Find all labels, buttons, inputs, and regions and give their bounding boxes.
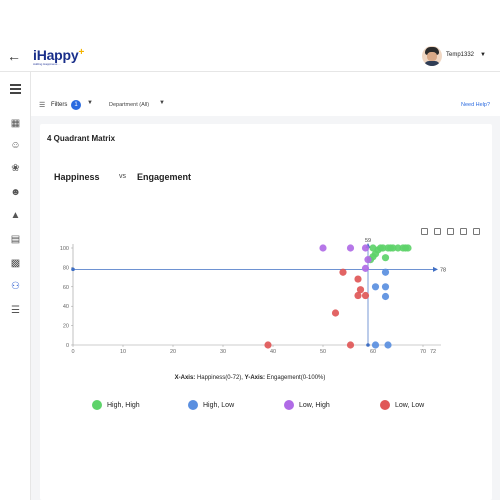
app-tagline: Adding Happiness ... [33, 62, 61, 66]
people-icon[interactable]: ⚇ [9, 280, 22, 293]
filters-caret-icon[interactable]: ▼ [87, 100, 93, 106]
point-low-low [264, 341, 272, 349]
x-tick-label: 40 [270, 349, 276, 355]
scatter-chart: 0 20 40 60 80 100 0 10 20 30 40 50 60 70 72 78 59 [60, 238, 446, 355]
need-help-link[interactable]: Need Help? [461, 102, 490, 108]
point-low-low [331, 309, 340, 317]
axis-caption: X-Axis: Happiness(0-72), Y-Axis: Engagem… [174, 375, 326, 381]
y-tick-label: 80 [63, 265, 69, 271]
x-max-label: 72 [430, 349, 436, 355]
download-icon[interactable] [473, 228, 480, 235]
sidebar: ▦ ☺ ❀ ☻ ▲ ▤ ▩ ⚇ ☰ [0, 72, 31, 500]
point-low-high [346, 244, 355, 252]
x-tick-label: 70 [420, 349, 426, 355]
x-tick-label: 20 [170, 349, 176, 355]
username[interactable]: Temp1332 [446, 52, 474, 58]
point-low-low [354, 275, 362, 283]
filters-label[interactable]: Filters [51, 102, 67, 108]
point-low-low [339, 268, 347, 276]
x-tick-label: 60 [370, 349, 376, 355]
list-search-icon[interactable]: ☰ [9, 304, 22, 317]
y-tick-label: 100 [60, 246, 69, 252]
x-metric-name: Happiness [54, 172, 100, 182]
filter-count-badge: 1 [71, 100, 81, 110]
avatar[interactable] [422, 46, 442, 66]
card-title: 4 Quadrant Matrix [47, 134, 116, 143]
point-high-low [371, 283, 380, 291]
zoom-icon[interactable] [421, 228, 428, 235]
y-tick-label: 40 [63, 304, 69, 310]
point-high-high [386, 244, 395, 252]
point-high-low [381, 283, 390, 291]
y-tick-label: 0 [66, 343, 69, 349]
top-bar: ← iHappy+ Adding Happiness ... Temp1332 … [0, 0, 500, 72]
point-high-high [369, 244, 377, 252]
y-tick-label: 60 [63, 285, 69, 291]
filter-bar: ☰ Filters 1 ▼ Department (All) ▼ Need He… [31, 96, 500, 116]
menu-icon[interactable] [10, 84, 21, 96]
point-low-high [361, 244, 370, 252]
dashboard-icon[interactable]: ▦ [9, 117, 22, 130]
y-metric-name: Engagement [137, 172, 192, 182]
legend-label-low-high: Low, High [299, 402, 330, 409]
shapes-icon[interactable]: ▲ [9, 209, 22, 222]
point-high-low [384, 341, 392, 349]
face-icon[interactable]: ☻ [9, 186, 22, 199]
y-tick-label: 20 [63, 324, 69, 330]
department-select[interactable]: Department (All) [109, 102, 149, 108]
department-caret-icon[interactable]: ▼ [159, 100, 165, 106]
point-low-high [361, 264, 370, 272]
building-icon[interactable]: ▤ [9, 233, 22, 246]
filter-icon[interactable]: ☰ [39, 101, 45, 109]
point-high-low [381, 292, 390, 301]
legend-label-high-high: High, High [107, 402, 140, 409]
point-low-low [354, 291, 362, 300]
smiley-icon[interactable]: ☺ [9, 139, 22, 152]
restore-icon[interactable] [447, 228, 454, 235]
zoom-reset-icon[interactable] [434, 228, 441, 235]
chart-legend: High, High High, Low Low, High Low, Low [0, 400, 500, 412]
legend-dot-high-low [188, 400, 198, 410]
point-high-high [381, 254, 390, 262]
bar-chart-icon[interactable]: ▩ [9, 257, 22, 270]
engagement-reference-arrow [433, 266, 438, 272]
legend-label-low-low: Low, Low [395, 402, 425, 409]
point-high-high [404, 244, 412, 252]
happiness-reference-start [366, 343, 370, 347]
point-low-low [361, 291, 370, 300]
x-tick-label: 50 [320, 349, 326, 355]
chart-toolbox [421, 222, 486, 235]
select-icon[interactable] [460, 228, 467, 235]
legend-dot-low-low [380, 400, 390, 410]
back-arrow-icon[interactable]: ← [7, 48, 21, 64]
happiness-reference-label: 59 [365, 238, 371, 244]
engagement-reference-start [71, 267, 75, 272]
point-low-high [319, 244, 327, 252]
x-tick-label: 30 [220, 349, 226, 355]
x-tick-label: 0 [71, 349, 74, 355]
x-tick-label: 10 [120, 349, 126, 355]
legend-dot-low-high [284, 400, 294, 410]
legend-dot-high-high [92, 400, 102, 410]
point-low-high [364, 256, 372, 264]
engagement-reference-label: 78 [440, 267, 446, 273]
vs-label: vs [119, 173, 126, 180]
legend-label-high-low: High, Low [203, 402, 235, 409]
point-high-low [381, 268, 390, 276]
person-activity-icon[interactable]: ❀ [9, 162, 22, 175]
app-logo[interactable]: iHappy+ [33, 47, 84, 63]
point-low-low [346, 341, 355, 349]
user-menu-caret-icon[interactable]: ▼ [480, 52, 486, 58]
point-high-low [371, 341, 380, 349]
